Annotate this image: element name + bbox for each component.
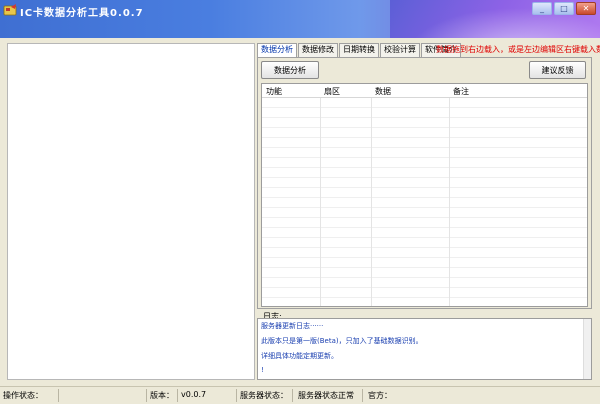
tab-checksum[interactable]: 校验计算 [380,43,420,57]
load-hint-text: 数据拖到右边载入，或是左边编辑区右键载入数据 [436,45,600,54]
status-server-label: 服务器状态： [240,391,288,400]
title-bar: IC卡数据分析工具0.0.7 _ □ ✕ [0,0,600,38]
status-version-value: v0.0.7 [181,390,207,399]
log-line: ! [261,366,264,374]
status-official-label: 官方： [368,391,392,400]
grid-body [262,98,587,306]
column-header-sector[interactable]: 扇区 [324,86,340,97]
status-server-value: 服务器状态正常 [298,391,354,400]
column-header-function[interactable]: 功能 [266,86,282,97]
column-divider [449,98,450,306]
status-separator [146,389,147,402]
column-header-remark[interactable]: 备注 [453,86,469,97]
window-title: IC卡数据分析工具0.0.7 [20,8,144,19]
status-separator [236,389,237,402]
status-separator [58,389,59,402]
result-grid[interactable]: 功能 扇区 数据 备注 [261,83,588,307]
app-card-icon [3,4,17,16]
tab-date-convert[interactable]: 日期转换 [339,43,379,57]
log-line: 服务器更新日志······ [261,322,324,330]
status-separator [362,389,363,402]
data-edit-area[interactable] [7,43,255,380]
close-button[interactable]: ✕ [576,2,596,15]
status-separator [177,389,178,402]
minimize-button[interactable]: _ [532,2,552,15]
maximize-button[interactable]: □ [554,2,574,15]
column-divider [371,98,372,306]
window-controls: _ □ ✕ [532,2,596,15]
status-bar: 操作状态： 版本： v0.0.7 服务器状态： 服务器状态正常 官方： [0,386,600,404]
log-textbox[interactable]: 服务器更新日志······ 此版本只是第一版(Beta)，只加入了基础数据识别。… [257,318,592,380]
column-divider [320,98,321,306]
log-line: 此版本只是第一版(Beta)，只加入了基础数据识别。 [261,337,423,345]
log-scrollbar[interactable] [583,319,591,379]
grid-header: 功能 扇区 数据 备注 [262,84,587,98]
column-header-data[interactable]: 数据 [375,86,391,97]
status-op-label: 操作状态： [3,391,43,400]
analyze-button[interactable]: 数据分析 [261,61,319,79]
tab-strip: 数据分析 数据修改 日期转换 校验计算 软件简介 [257,43,462,58]
log-line: 详细具体功能定期更新。 [261,352,338,360]
feedback-button[interactable]: 建议反馈 [529,61,586,79]
status-separator [292,389,293,402]
tab-data-analysis[interactable]: 数据分析 [257,43,297,58]
tab-data-modify[interactable]: 数据修改 [298,43,338,57]
status-version-label: 版本： [150,391,174,400]
